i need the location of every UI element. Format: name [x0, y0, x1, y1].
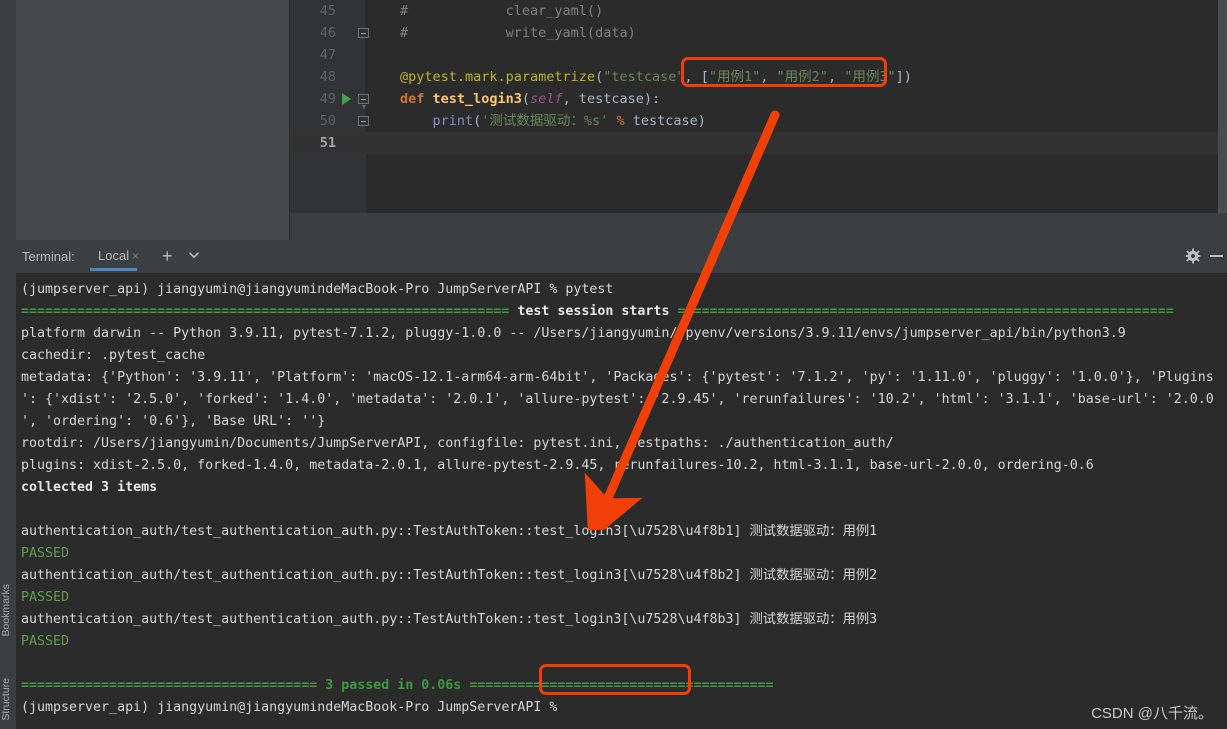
terminal-line: PASSED	[21, 546, 70, 561]
terminal-line: PASSED	[21, 634, 70, 649]
line-number: 49	[319, 91, 336, 107]
code-line-text: # clear_yaml()	[400, 3, 604, 19]
chevron-down-icon[interactable]	[186, 247, 202, 263]
terminal-title: Terminal:	[22, 249, 75, 264]
add-terminal-button[interactable]: +	[162, 245, 173, 267]
terminal-line: PASSED	[21, 590, 70, 605]
code-line-text: # write_yaml(data)	[400, 25, 636, 41]
editor-scrollbar[interactable]	[1218, 0, 1227, 213]
line-number: 48	[319, 69, 336, 85]
editor-line[interactable]: 48 @pytest.mark.parametrize("testcase", […	[290, 66, 1227, 88]
line-number: 50	[319, 113, 336, 129]
left-tool-rail	[0, 0, 16, 240]
code-line-text: @pytest.mark.parametrize("testcase", ["用…	[400, 69, 912, 85]
csdn-watermark: CSDN @八千流。	[1091, 705, 1213, 722]
terminal-line: authentication_auth/test_authentication_…	[21, 568, 878, 583]
code-fold-icon[interactable]	[358, 116, 369, 126]
minimize-icon[interactable]	[1210, 255, 1223, 257]
line-number: 47	[319, 47, 336, 63]
terminal-line: ===================================== 3 …	[21, 678, 774, 693]
editor-line[interactable]: 45 # clear_yaml()	[290, 0, 1227, 22]
editor-line[interactable]: 46 # write_yaml(data)	[290, 22, 1227, 44]
code-fold-icon[interactable]	[358, 28, 369, 38]
bottom-tool-rail: Bookmarks Structure	[0, 273, 16, 729]
ide-window: 45 # clear_yaml() 46 # write_yaml(data) 47 48…	[0, 0, 1227, 729]
sidebar-item-bookmarks[interactable]: Bookmarks	[0, 584, 16, 637]
terminal-line: authentication_auth/test_authentication_…	[21, 612, 878, 627]
sidebar-item-structure[interactable]: Structure	[0, 678, 16, 721]
line-number: 51	[319, 135, 336, 151]
gear-icon[interactable]	[1185, 248, 1201, 264]
code-fold-icon[interactable]	[358, 94, 369, 109]
terminal-tab-local[interactable]: Local	[90, 244, 138, 271]
run-test-icon[interactable]	[342, 93, 351, 105]
line-number: 45	[319, 3, 336, 19]
editor-line[interactable]: 47	[290, 44, 1227, 66]
line-number: 46	[319, 25, 336, 41]
close-icon[interactable]: ×	[132, 249, 139, 263]
left-tool-panel	[16, 0, 290, 240]
annotation-arrow	[584, 110, 780, 530]
terminal-line: (jumpserver_api) jiangyumin@jiangyuminde…	[21, 700, 566, 715]
